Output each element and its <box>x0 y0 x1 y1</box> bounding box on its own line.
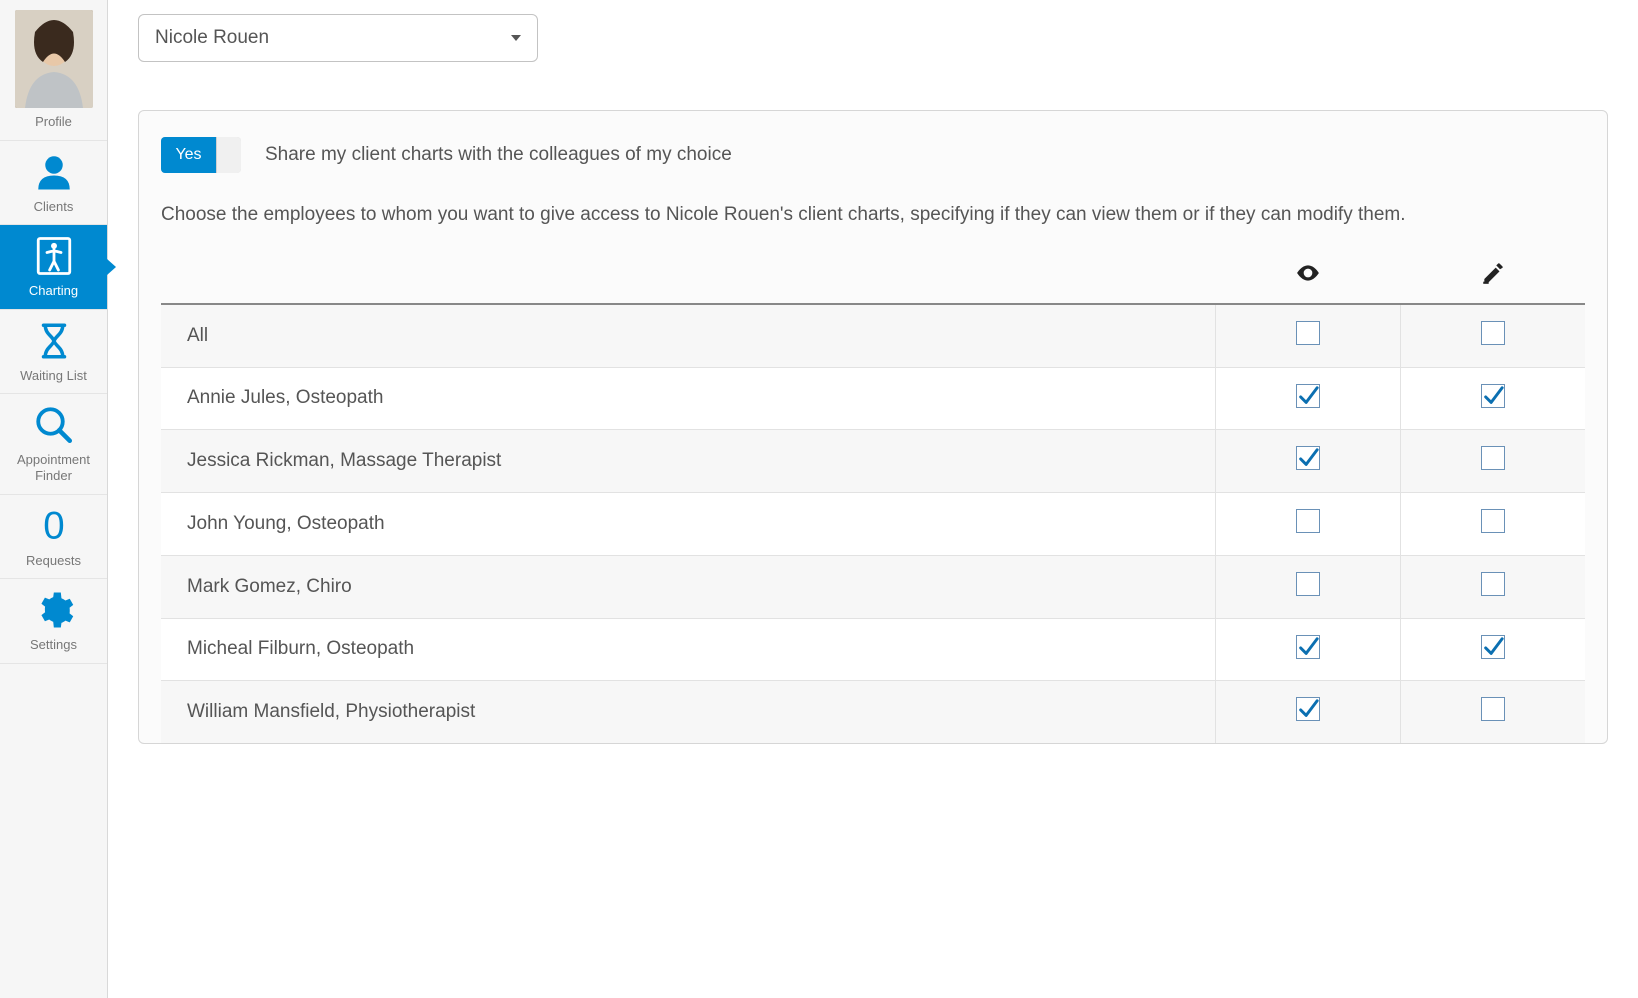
hourglass-icon <box>33 320 75 362</box>
edit-cell <box>1400 367 1585 429</box>
view-checkbox[interactable] <box>1296 697 1320 721</box>
requests-count-icon: 0 <box>33 505 75 547</box>
sidebar-item-label: Requests <box>26 553 81 569</box>
sidebar-item-label: Settings <box>30 637 77 653</box>
share-toggle-label: Share my client charts with the colleagu… <box>265 144 732 166</box>
view-checkbox[interactable] <box>1296 446 1320 470</box>
employee-name: Micheal Filburn, Osteopath <box>161 618 1215 680</box>
sidebar: Profile Clients Charting Waiting List Ap… <box>0 0 108 998</box>
view-cell <box>1215 429 1400 492</box>
edit-cell <box>1400 618 1585 680</box>
sidebar-item-appointment-finder[interactable]: Appointment Finder <box>0 394 107 494</box>
view-cell <box>1215 492 1400 555</box>
view-checkbox[interactable] <box>1296 509 1320 533</box>
col-employee <box>161 250 1215 304</box>
toggle-knob <box>216 137 241 173</box>
edit-cell <box>1400 492 1585 555</box>
employee-name: John Young, Osteopath <box>161 492 1215 555</box>
employee-name: All <box>161 304 1215 368</box>
share-toggle[interactable]: Yes <box>161 137 241 173</box>
view-cell <box>1215 555 1400 618</box>
person-icon <box>33 151 75 193</box>
view-checkbox[interactable] <box>1296 384 1320 408</box>
sidebar-item-settings[interactable]: Settings <box>0 579 107 664</box>
share-description: Choose the employees to whom you want to… <box>161 201 1585 230</box>
edit-icon <box>1480 273 1506 290</box>
table-row: William Mansfield, Physiotherapist <box>161 680 1585 743</box>
eye-icon <box>1295 273 1321 290</box>
table-row: Jessica Rickman, Massage Therapist <box>161 429 1585 492</box>
edit-cell <box>1400 555 1585 618</box>
view-checkbox[interactable] <box>1296 321 1320 345</box>
sidebar-item-charting[interactable]: Charting <box>0 225 107 310</box>
table-row: All <box>161 304 1585 368</box>
avatar <box>15 10 93 108</box>
sidebar-item-label: Appointment Finder <box>5 452 102 483</box>
view-checkbox[interactable] <box>1296 572 1320 596</box>
table-row: Mark Gomez, Chiro <box>161 555 1585 618</box>
magnifier-icon <box>33 404 75 446</box>
edit-cell <box>1400 304 1585 368</box>
edit-checkbox[interactable] <box>1481 384 1505 408</box>
table-row: John Young, Osteopath <box>161 492 1585 555</box>
employee-name: Mark Gomez, Chiro <box>161 555 1215 618</box>
access-table-body: AllAnnie Jules, OsteopathJessica Rickman… <box>161 304 1585 743</box>
table-row: Micheal Filburn, Osteopath <box>161 618 1585 680</box>
share-panel: Yes Share my client charts with the coll… <box>138 110 1608 744</box>
col-view <box>1215 250 1400 304</box>
access-table: AllAnnie Jules, OsteopathJessica Rickman… <box>161 250 1585 743</box>
view-checkbox[interactable] <box>1296 635 1320 659</box>
employee-name: William Mansfield, Physiotherapist <box>161 680 1215 743</box>
sidebar-item-waiting-list[interactable]: Waiting List <box>0 310 107 395</box>
edit-checkbox[interactable] <box>1481 446 1505 470</box>
body-chart-icon <box>33 235 75 277</box>
sidebar-item-label: Charting <box>29 283 78 299</box>
sidebar-item-profile[interactable]: Profile <box>0 0 107 141</box>
user-select[interactable]: Nicole Rouen <box>138 14 538 62</box>
employee-name: Annie Jules, Osteopath <box>161 367 1215 429</box>
col-edit <box>1400 250 1585 304</box>
edit-cell <box>1400 429 1585 492</box>
sidebar-item-clients[interactable]: Clients <box>0 141 107 226</box>
edit-checkbox[interactable] <box>1481 635 1505 659</box>
edit-checkbox[interactable] <box>1481 321 1505 345</box>
edit-cell <box>1400 680 1585 743</box>
edit-checkbox[interactable] <box>1481 572 1505 596</box>
edit-checkbox[interactable] <box>1481 509 1505 533</box>
user-select-value: Nicole Rouen <box>155 27 269 49</box>
view-cell <box>1215 618 1400 680</box>
view-cell <box>1215 680 1400 743</box>
view-cell <box>1215 367 1400 429</box>
share-toggle-row: Yes Share my client charts with the coll… <box>161 137 1585 173</box>
main-content: Nicole Rouen Yes Share my client charts … <box>108 0 1638 998</box>
sidebar-item-label: Clients <box>34 199 74 215</box>
toggle-on-label: Yes <box>161 137 216 173</box>
view-cell <box>1215 304 1400 368</box>
table-row: Annie Jules, Osteopath <box>161 367 1585 429</box>
sidebar-item-label: Waiting List <box>20 368 87 384</box>
sidebar-item-requests[interactable]: 0 Requests <box>0 495 107 580</box>
sidebar-item-label: Profile <box>35 114 72 130</box>
edit-checkbox[interactable] <box>1481 697 1505 721</box>
chevron-down-icon <box>511 35 521 41</box>
gear-icon <box>33 589 75 631</box>
avatar-image <box>15 10 93 108</box>
employee-name: Jessica Rickman, Massage Therapist <box>161 429 1215 492</box>
svg-text:0: 0 <box>43 505 64 547</box>
